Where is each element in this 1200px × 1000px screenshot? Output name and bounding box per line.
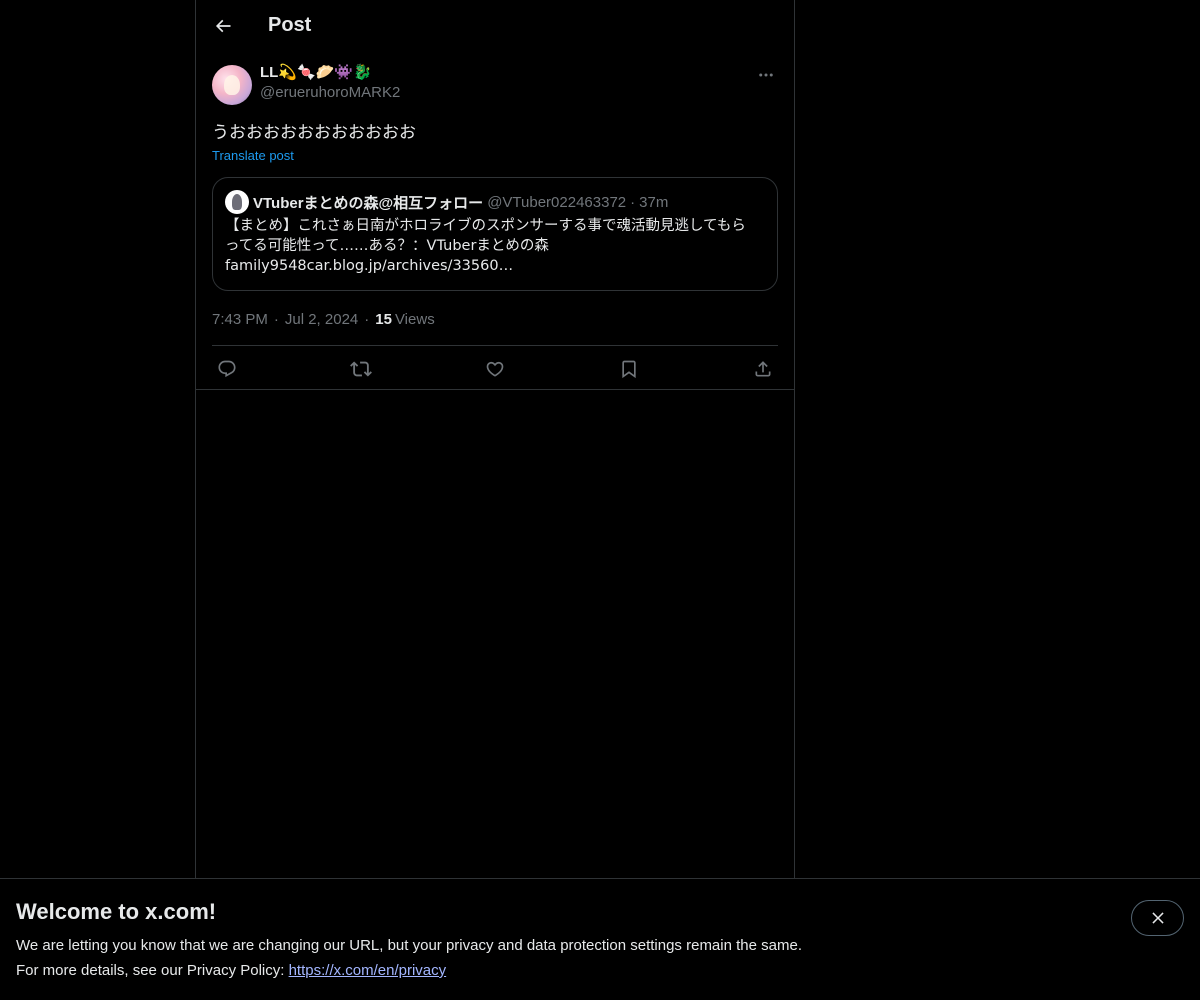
quoted-handle: @VTuber022463372 [487, 193, 627, 211]
views-label: Views [394, 310, 435, 328]
reply-button[interactable] [216, 358, 238, 380]
heart-icon [486, 361, 504, 377]
arrow-left-icon [215, 19, 231, 33]
views-count: 15 [375, 310, 392, 328]
post-date[interactable]: Jul 2, 2024 [285, 311, 358, 328]
close-button[interactable] [1131, 900, 1184, 936]
quoted-time: 37m [639, 193, 669, 211]
avatar[interactable] [212, 65, 252, 105]
post-column: Post LL💫🍬🥟👾🐉 @erueruhoroMARK2 うおおおおおおおおお… [195, 0, 795, 1000]
post-meta: 7:43 PM · Jul 2, 2024 · 15 Views [212, 309, 778, 329]
page-title: Post [268, 14, 312, 36]
banner-privacy-prefix: For more details, see our Privacy Policy… [16, 962, 289, 979]
divider [196, 389, 794, 390]
action-bar [212, 346, 778, 392]
share-button[interactable] [752, 358, 774, 380]
more-button[interactable] [754, 63, 778, 87]
banner-title: Welcome to x.com! [16, 899, 217, 924]
display-name[interactable]: LL💫🍬🥟👾🐉 [260, 63, 400, 83]
quoted-link-line: family9548car.blog.jp/archives/33560… [225, 258, 514, 274]
bookmark-icon [622, 360, 636, 379]
post: LL💫🍬🥟👾🐉 @erueruhoroMARK2 うおおおおおおおおおおお Tr… [212, 63, 778, 392]
page-header: Post [196, 0, 794, 53]
repost-icon [350, 361, 372, 377]
reply-icon [218, 360, 236, 378]
more-horizontal-icon [759, 73, 773, 77]
privacy-policy-link[interactable]: https://x.com/en/privacy [289, 962, 447, 979]
author-row: LL💫🍬🥟👾🐉 @erueruhoroMARK2 [212, 63, 778, 107]
quoted-display-name: VTuberまとめの森@相互フォロー [253, 194, 484, 212]
quoted-avatar [225, 190, 249, 214]
post-text: うおおおおおおおおおおお [212, 123, 416, 143]
quoted-text: 【まとめ】これさぁ日南がホロライブのスポンサーする事で魂活動見逃してもら ってる… [225, 216, 765, 276]
separator-dot: · [630, 193, 636, 211]
quoted-post-header: VTuberまとめの森@相互フォロー @VTuber022463372 · 37… [225, 190, 765, 214]
like-button[interactable] [484, 358, 506, 380]
banner-privacy-line: For more details, see our Privacy Policy… [16, 962, 446, 979]
separator-dot: · [364, 310, 370, 328]
bookmark-button[interactable] [618, 358, 640, 380]
separator-dot: · [273, 310, 279, 328]
repost-button[interactable] [350, 358, 372, 380]
post-time[interactable]: 7:43 PM [212, 311, 268, 328]
close-icon [1151, 912, 1164, 924]
handle[interactable]: @erueruhoroMARK2 [260, 83, 400, 103]
quoted-post[interactable]: VTuberまとめの森@相互フォロー @VTuber022463372 · 37… [212, 177, 778, 291]
banner-message: We are letting you know that we are chan… [16, 937, 802, 954]
welcome-banner: Welcome to x.com! We are letting you kno… [0, 878, 1200, 1000]
quoted-text-line: 【まとめ】これさぁ日南がホロライブのスポンサーする事で魂活動見逃してもら [225, 218, 746, 234]
quoted-text-line: ってる可能性って……ある？：VTuberまとめの森 [225, 238, 549, 254]
back-button[interactable] [206, 9, 240, 43]
share-icon [755, 361, 771, 377]
author-info: LL💫🍬🥟👾🐉 @erueruhoroMARK2 [260, 63, 400, 103]
translate-post-link[interactable]: Translate post [212, 147, 778, 165]
